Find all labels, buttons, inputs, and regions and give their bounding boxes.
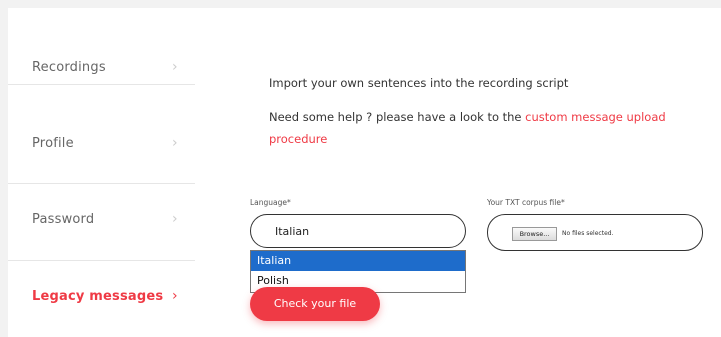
sidebar-item-label: Profile [32, 136, 74, 151]
sidebar-item-label: Legacy messages [32, 289, 164, 304]
help-text: Need some help ? please have a look to t… [269, 106, 689, 150]
help-prefix: Need some help ? please have a look to t… [269, 110, 526, 124]
language-select[interactable]: Italian [250, 214, 466, 248]
no-file-text: No files selected. [562, 230, 614, 237]
sidebar-item-legacy-messages[interactable]: Legacy messages › [8, 261, 195, 337]
check-file-button[interactable]: Check your file [250, 287, 380, 321]
intro-text: Import your own sentences into the recor… [269, 76, 569, 90]
language-select-value: Italian [275, 225, 310, 238]
chevron-right-icon: › [172, 59, 178, 75]
language-label: Language* [250, 198, 291, 207]
sidebar-item-profile[interactable]: Profile › [8, 107, 195, 184]
language-option-italian[interactable]: Italian [251, 251, 465, 271]
browse-button[interactable]: Browse... [512, 227, 557, 241]
corpus-file-label: Your TXT corpus file* [487, 198, 565, 207]
chevron-right-icon: › [172, 288, 178, 304]
sidebar-item-password[interactable]: Password › [8, 184, 195, 261]
sidebar-item-label: Password [32, 212, 95, 227]
chevron-right-icon: › [172, 211, 178, 227]
sidebar-item-label: Recordings [32, 60, 106, 75]
settings-card: Recordings › Profile › Password › Legacy… [8, 8, 721, 337]
sidebar-item-recordings[interactable]: Recordings › [8, 8, 195, 85]
corpus-file-input[interactable]: Browse... No files selected. [487, 214, 703, 251]
chevron-right-icon: › [172, 135, 178, 151]
